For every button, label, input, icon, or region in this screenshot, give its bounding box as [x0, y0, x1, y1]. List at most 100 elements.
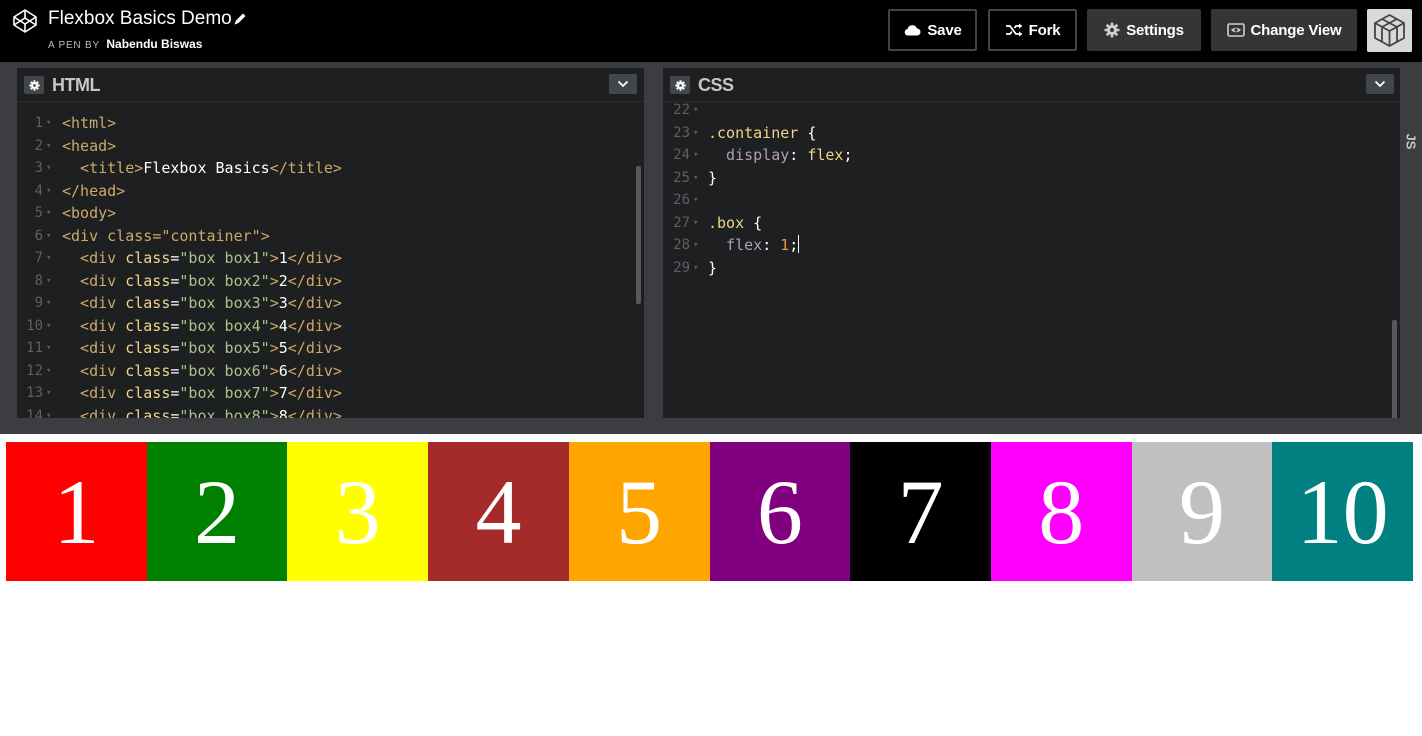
js-editor-title[interactable]: JS: [1404, 131, 1419, 153]
pen-title[interactable]: Flexbox Basics Demo: [48, 8, 232, 30]
css-settings-button[interactable]: [670, 76, 690, 94]
code-text: <title>Flexbox Basics</title>: [62, 157, 342, 180]
css-code-area[interactable]: 22 ▾ 23 ▾ .container {24 ▾ display: flex; 25 ▾}…: [663, 99, 1400, 279]
flex-box-5: 5: [568, 442, 710, 581]
fold-arrow-icon[interactable]: ▾: [693, 167, 698, 190]
fold-arrow-icon[interactable]: ▾: [693, 99, 698, 122]
fold-arrow-icon[interactable]: ▾: [693, 212, 698, 235]
fold-arrow-icon[interactable]: ▾: [46, 337, 51, 360]
code-token: =: [152, 226, 162, 245]
code-token: >: [269, 249, 279, 267]
css-code-line[interactable]: 25 ▾}: [663, 167, 1400, 190]
user-avatar[interactable]: [1367, 9, 1412, 52]
html-code-area[interactable]: 1 ▾ <html> 2 ▾ <head> 3 ▾ <title>Flexbox Basics…: [17, 112, 644, 418]
html-code-line[interactable]: 8 ▾ <div class="box box2">2</div>: [17, 270, 644, 293]
html-code-line[interactable]: 3 ▾ <title>Flexbox Basics</title>: [17, 157, 644, 180]
fold-arrow-icon[interactable]: ▾: [693, 257, 698, 280]
html-scrollbar[interactable]: [636, 166, 641, 304]
html-code-line[interactable]: 9 ▾ <div class="box box3">3</div>: [17, 292, 644, 315]
fold-arrow-icon[interactable]: ▾: [46, 157, 51, 180]
code-token: >: [269, 361, 279, 380]
fold-arrow-icon[interactable]: ▾: [46, 135, 51, 158]
html-editor-pane: HTML 1 ▾ <html> 2 ▾ <head> 3 ▾ <title>Flexbox B…: [17, 68, 644, 418]
html-collapse-button[interactable]: [609, 74, 637, 94]
fold-arrow-icon[interactable]: ▾: [693, 234, 698, 257]
code-token: <div: [62, 249, 126, 267]
line-number: 12: [26, 362, 43, 379]
css-code-line[interactable]: 24 ▾ display: flex;: [663, 144, 1400, 167]
fold-arrow-icon[interactable]: ▾: [46, 292, 51, 315]
code-token: >: [269, 294, 279, 312]
js-editor-collapsed[interactable]: [1400, 62, 1422, 418]
fold-arrow-icon[interactable]: ▾: [693, 144, 698, 167]
fold-arrow-icon[interactable]: ▾: [46, 202, 51, 225]
code-text: .container {: [708, 122, 816, 145]
css-code-line[interactable]: 27 ▾ .box {: [663, 212, 1400, 235]
css-code-line[interactable]: 28 ▾ flex: 1;: [663, 234, 1400, 257]
result-preview: 1 2 3 4 5 6 7 8 9 10: [0, 434, 1422, 736]
html-code-line[interactable]: 4 ▾ </head>: [17, 180, 644, 203]
code-token: >: [269, 339, 279, 357]
html-code-line[interactable]: 13 ▾ <div class="box box7">7</div>: [17, 382, 644, 405]
fork-button[interactable]: Fork: [988, 9, 1077, 51]
code-token: .container: [708, 123, 799, 142]
fold-arrow-icon[interactable]: ▾: [46, 270, 51, 293]
html-code-line[interactable]: 1 ▾ <html>: [17, 112, 644, 135]
html-code-line[interactable]: 7 ▾ <div class="box box1">1</div>: [17, 247, 644, 270]
code-token: </div>: [287, 406, 342, 419]
code-token: ;: [789, 236, 799, 254]
code-text: <div class="container">: [62, 225, 270, 248]
css-code-line[interactable]: 29 ▾}: [663, 257, 1400, 280]
css-collapse-button[interactable]: [1366, 74, 1394, 94]
line-number: 13: [26, 385, 43, 401]
html-code-line[interactable]: 14 ▾ <div class="box box8">8</div>: [17, 405, 644, 419]
fold-arrow-icon[interactable]: ▾: [46, 180, 51, 203]
fold-arrow-icon[interactable]: ▾: [46, 112, 51, 135]
code-text: </head>: [62, 180, 125, 203]
css-code-line[interactable]: 22 ▾: [663, 99, 1400, 122]
html-code-line[interactable]: 10 ▾ <div class="box box4">4</div>: [17, 315, 644, 338]
line-number: 2: [34, 137, 43, 154]
pen-byline: A PEN BY Nabendu Biswas: [48, 37, 202, 53]
code-token: <head>: [62, 136, 117, 155]
css-code-line[interactable]: 26 ▾: [663, 189, 1400, 212]
css-scrollbar[interactable]: [1392, 320, 1397, 432]
html-code-line[interactable]: 11 ▾ <div class="box box5">5</div>: [17, 337, 644, 360]
code-token: </div>: [287, 271, 342, 290]
pencil-edit-icon[interactable]: [232, 11, 248, 27]
line-number: 11: [26, 340, 43, 356]
fold-arrow-icon[interactable]: ▾: [46, 382, 51, 405]
fold-arrow-icon[interactable]: ▾: [693, 189, 698, 212]
fold-arrow-icon[interactable]: ▾: [46, 405, 51, 419]
fold-arrow-icon[interactable]: ▾: [46, 247, 51, 270]
html-code-line[interactable]: 12 ▾ <div class="box box6">6</div>: [17, 360, 644, 383]
fold-arrow-icon[interactable]: ▾: [46, 225, 51, 248]
code-token: </div>: [287, 384, 342, 402]
code-text: <div class="box box1">1</div>: [62, 247, 342, 270]
save-button[interactable]: Save: [888, 9, 977, 51]
code-token: "box box8": [179, 406, 270, 419]
author-link[interactable]: Nabendu Biswas: [106, 37, 202, 51]
codepen-logo-icon[interactable]: [12, 8, 38, 34]
result-resize-bar[interactable]: [0, 418, 1422, 434]
code-text: <body>: [62, 202, 116, 225]
line-number: 1: [34, 115, 43, 131]
left-resize-gutter[interactable]: [0, 62, 17, 418]
fold-arrow-icon[interactable]: ▾: [693, 122, 698, 145]
code-token: <div: [62, 271, 126, 290]
line-number: 6: [34, 227, 43, 244]
line-number: 5: [34, 205, 43, 221]
html-code-line[interactable]: 5 ▾ <body>: [17, 202, 644, 225]
fold-arrow-icon[interactable]: ▾: [46, 360, 51, 383]
css-code-line[interactable]: 23 ▾ .container {: [663, 122, 1400, 145]
code-token: class: [125, 384, 171, 402]
settings-button[interactable]: Settings: [1087, 9, 1201, 51]
code-text: <div class="box box4">4</div>: [62, 315, 342, 338]
html-code-line[interactable]: 2 ▾ <head>: [17, 135, 644, 158]
html-code-line[interactable]: 6 ▾ <div class="container">: [17, 225, 644, 248]
fold-arrow-icon[interactable]: ▾: [46, 315, 51, 338]
change-view-button[interactable]: Change View: [1211, 9, 1357, 51]
code-token: :: [789, 146, 808, 164]
code-token: ;: [843, 146, 853, 164]
html-settings-button[interactable]: [24, 76, 44, 94]
